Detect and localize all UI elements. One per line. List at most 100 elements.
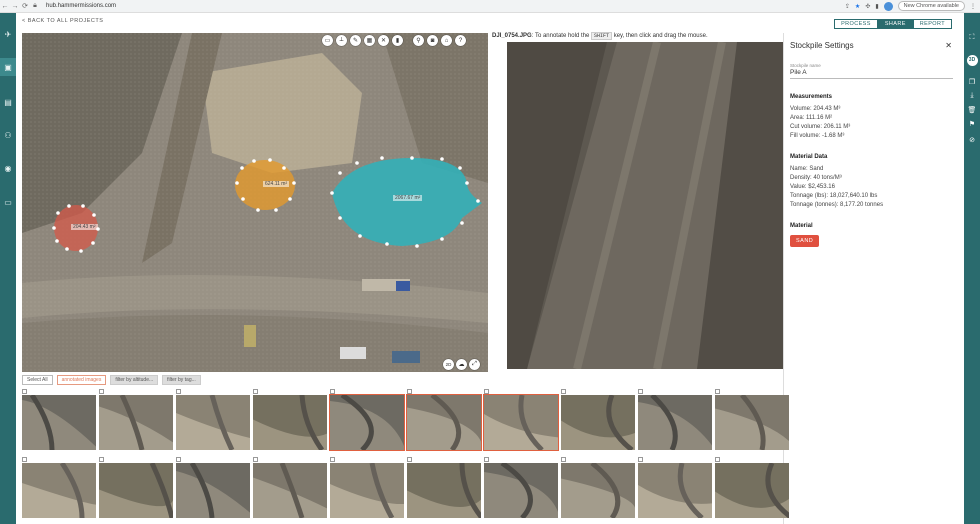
3d-view-button[interactable]: 3D bbox=[964, 53, 980, 67]
altitude-filter[interactable]: filter by altitude... bbox=[110, 375, 159, 385]
thumbnail-checkbox[interactable] bbox=[330, 389, 335, 394]
map-imagery bbox=[22, 33, 488, 372]
thumbnail-checkbox[interactable] bbox=[176, 457, 181, 462]
tab-report[interactable]: REPORT bbox=[912, 19, 952, 29]
chrome-update-button[interactable]: New Chrome available bbox=[897, 1, 965, 11]
image-thumbnail[interactable] bbox=[330, 457, 404, 518]
image-thumbnail[interactable] bbox=[253, 457, 327, 518]
stockpile-name-input[interactable]: Pile A bbox=[790, 69, 953, 79]
compass-icon[interactable]: ⊘ bbox=[964, 133, 980, 147]
thumbnail-image bbox=[406, 394, 482, 451]
thumbnail-image bbox=[22, 395, 96, 450]
orthomosaic-map[interactable]: 204.43 m² 624.11 m² 2067.67 m² bbox=[22, 33, 488, 372]
location-pin-icon[interactable]: ⚲ bbox=[413, 35, 424, 46]
expand-icon[interactable]: ⤢ bbox=[469, 359, 480, 370]
stockpile-tool-icon[interactable]: ✕ bbox=[378, 35, 389, 46]
download-icon[interactable]: ⤓ bbox=[964, 89, 980, 103]
image-thumbnail[interactable] bbox=[561, 389, 635, 450]
tag-icon[interactable]: ⚑ bbox=[964, 117, 980, 131]
chat-icon[interactable]: ▭ bbox=[0, 193, 16, 211]
camera-icon[interactable]: ◙ bbox=[427, 35, 438, 46]
drone-photo-viewer[interactable] bbox=[507, 42, 783, 369]
thumbnail-checkbox[interactable] bbox=[715, 389, 720, 394]
menu-dots-icon[interactable]: ⋮ bbox=[970, 3, 976, 10]
thumbnail-checkbox[interactable] bbox=[484, 389, 489, 394]
url-bar[interactable]: hub.hammermissions.com bbox=[46, 3, 116, 9]
back-arrow-icon[interactable]: ← bbox=[0, 3, 10, 10]
thumbnail-checkbox[interactable] bbox=[253, 389, 258, 394]
image-thumbnail[interactable] bbox=[176, 457, 250, 518]
image-thumbnail[interactable] bbox=[176, 389, 250, 450]
thumbnail-checkbox[interactable] bbox=[561, 457, 566, 462]
tab-share[interactable]: SHARE bbox=[877, 19, 913, 29]
thumbnail-checkbox[interactable] bbox=[715, 457, 720, 462]
copy-icon[interactable]: ❐ bbox=[964, 75, 980, 89]
pen-tool-icon[interactable]: ✎ bbox=[350, 35, 361, 46]
image-thumbnail[interactable] bbox=[638, 457, 712, 518]
thumbnail-checkbox[interactable] bbox=[638, 457, 643, 462]
thumbnail-checkbox[interactable] bbox=[330, 457, 335, 462]
share-icon[interactable]: ⇪ bbox=[845, 3, 850, 10]
image-thumbnail[interactable] bbox=[561, 457, 635, 518]
thumbnail-checkbox[interactable] bbox=[638, 389, 643, 394]
grid-tool-icon[interactable]: ▦ bbox=[364, 35, 375, 46]
extension-icon[interactable]: ✣ bbox=[865, 3, 870, 10]
image-thumbnail[interactable] bbox=[715, 457, 789, 518]
star-icon[interactable]: ★ bbox=[855, 3, 860, 10]
home-icon[interactable]: ⌂ bbox=[441, 35, 452, 46]
layers-icon[interactable]: ▣ bbox=[0, 58, 16, 76]
lock-icon: 🔒︎ bbox=[33, 2, 37, 9]
avatar[interactable] bbox=[883, 1, 893, 11]
expand-frame-icon[interactable]: ⛶ bbox=[964, 31, 980, 45]
team-icon[interactable]: ⚇ bbox=[0, 126, 16, 144]
thumbnail-checkbox[interactable] bbox=[407, 457, 412, 462]
thumbnail-checkbox[interactable] bbox=[99, 389, 104, 394]
drone-icon[interactable]: ✈ bbox=[0, 25, 16, 43]
thumbnail-checkbox[interactable] bbox=[253, 457, 258, 462]
back-to-projects-link[interactable]: < BACK TO ALL PROJECTS bbox=[22, 18, 103, 24]
tab-process[interactable]: PROCESS bbox=[834, 19, 878, 29]
image-thumbnail[interactable] bbox=[22, 457, 96, 518]
image-thumbnail[interactable] bbox=[406, 389, 482, 451]
thumbnail-row bbox=[22, 457, 789, 518]
thumbnail-checkbox[interactable] bbox=[22, 389, 27, 394]
thumbnail-checkbox[interactable] bbox=[99, 457, 104, 462]
reload-icon[interactable]: ⟳ bbox=[20, 2, 30, 10]
trash-icon[interactable]: 🗑︎ bbox=[964, 103, 980, 117]
user-icon[interactable]: ◉ bbox=[0, 159, 16, 177]
thumbnail-checkbox[interactable] bbox=[407, 389, 412, 394]
image-thumbnail[interactable] bbox=[638, 389, 712, 450]
2d-toggle-button[interactable]: 2D bbox=[443, 359, 454, 370]
thumbnail-image bbox=[99, 395, 173, 450]
annotated-images-filter[interactable]: annotated images bbox=[56, 375, 107, 385]
image-thumbnail[interactable] bbox=[99, 389, 173, 450]
thumbnail-checkbox[interactable] bbox=[484, 457, 489, 462]
cloud-icon[interactable]: ☁ bbox=[456, 359, 467, 370]
image-thumbnail[interactable] bbox=[253, 389, 327, 450]
thumbnail-image bbox=[561, 395, 635, 450]
material-sand-button[interactable]: SAND bbox=[790, 235, 820, 247]
help-icon[interactable]: ? bbox=[455, 35, 466, 46]
image-thumbnail[interactable] bbox=[715, 389, 789, 450]
image-thumbnail[interactable] bbox=[99, 457, 173, 518]
image-thumbnail[interactable] bbox=[329, 389, 405, 451]
image-thumbnail[interactable] bbox=[483, 389, 559, 451]
measure-tool-icon[interactable]: ⟂ bbox=[336, 35, 347, 46]
comment-tool-icon[interactable]: ▭ bbox=[322, 35, 333, 46]
select-all-button[interactable]: Select All bbox=[22, 375, 53, 385]
delete-tool-icon[interactable]: ▮ bbox=[392, 35, 403, 46]
image-thumbnail[interactable] bbox=[407, 457, 481, 518]
extension-icon-2[interactable]: ▮ bbox=[875, 3, 878, 10]
tag-filter[interactable]: filter by tag... bbox=[162, 375, 201, 385]
thumbnail-checkbox[interactable] bbox=[561, 389, 566, 394]
thumbnail-checkbox[interactable] bbox=[22, 457, 27, 462]
document-icon[interactable]: ▤ bbox=[0, 93, 16, 111]
forward-arrow-icon[interactable]: → bbox=[10, 3, 20, 10]
thumbnail-checkbox[interactable] bbox=[176, 389, 181, 394]
image-thumbnail[interactable] bbox=[484, 457, 558, 518]
pile-area-label: 204.43 m² bbox=[71, 224, 98, 230]
browser-toolbar: ← → ⟳ 🔒︎ hub.hammermissions.com ⇪ ★ ✣ ▮ … bbox=[0, 0, 980, 13]
close-icon[interactable]: ✕ bbox=[945, 41, 952, 50]
material-name-value: Name: Sand bbox=[790, 166, 824, 172]
image-thumbnail[interactable] bbox=[22, 389, 96, 450]
